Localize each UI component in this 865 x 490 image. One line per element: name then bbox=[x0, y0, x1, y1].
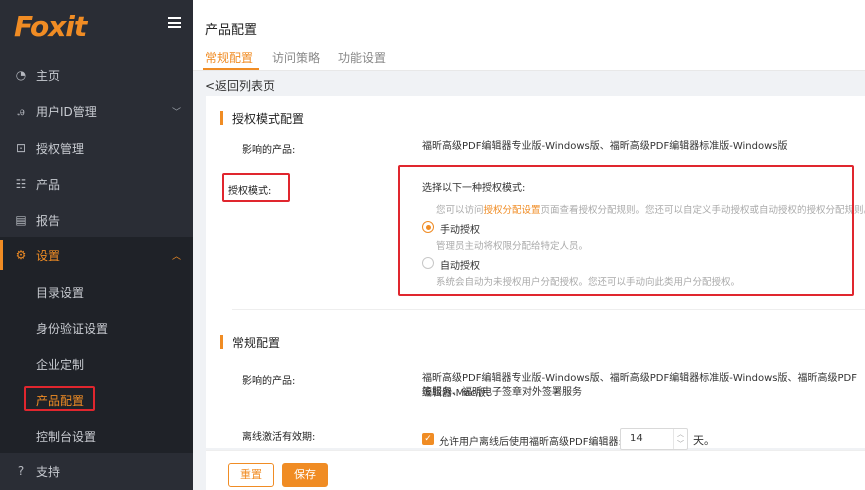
reset-button[interactable]: 重置 bbox=[228, 463, 274, 487]
app-root: Foxit ◔ 主页 ꭿ 用户ID管理 ﹀ ⊡ 授权管理 ☷ 产品 ▤ 报告 ⚙… bbox=[0, 0, 865, 490]
report-icon: ▤ bbox=[15, 213, 27, 227]
back-to-list-link[interactable]: <返回列表页 bbox=[205, 77, 275, 94]
highlight-box-product-config bbox=[24, 386, 95, 411]
sidebar-item-label: 设置 bbox=[36, 248, 61, 263]
sidebar-sub-directory[interactable]: 目录设置 bbox=[36, 284, 84, 301]
tab-underline bbox=[203, 68, 259, 70]
tab-feature-settings[interactable]: 功能设置 bbox=[338, 49, 386, 66]
chevron-down-icon: ﹀ bbox=[171, 107, 181, 118]
main-header: 产品配置 常规配置 访问策略 功能设置 bbox=[193, 0, 865, 71]
logo-row: Foxit bbox=[0, 0, 193, 52]
sidebar-item-user-id[interactable]: ꭿ 用户ID管理 ﹀ bbox=[0, 93, 193, 129]
offline-checkbox-label: 允许用户离线后使用福昕高级PDF编辑器: bbox=[439, 437, 622, 448]
license-section-title: 授权模式配置 bbox=[220, 110, 304, 127]
stepper-arrows[interactable]: ︿ ﹀ bbox=[673, 429, 687, 449]
offline-days-unit: 天。 bbox=[693, 434, 715, 447]
affected-products-value: 福昕高级PDF编辑器专业版-Windows版、福昕高级PDF编辑器标准版-Win… bbox=[422, 141, 788, 152]
product-icon: ☷ bbox=[15, 177, 27, 191]
chevron-up-icon: ︿ bbox=[171, 251, 181, 262]
sidebar-item-label: 产品 bbox=[36, 177, 61, 192]
users-icon: ꭿ bbox=[17, 103, 25, 118]
affected-products-label: 影响的产品: bbox=[242, 145, 296, 156]
sidebar-item-label: 用户ID管理 bbox=[36, 104, 97, 119]
sidebar-item-settings[interactable]: ⚙ 设置 ︿ bbox=[0, 237, 193, 273]
page-title: 产品配置 bbox=[205, 23, 258, 38]
tab-access-policy[interactable]: 访问策略 bbox=[272, 49, 320, 66]
sidebar: Foxit ◔ 主页 ꭿ 用户ID管理 ﹀ ⊡ 授权管理 ☷ 产品 ▤ 报告 ⚙… bbox=[0, 0, 193, 490]
chevron-up-icon[interactable]: ︿ bbox=[677, 430, 684, 438]
sidebar-item-label: 报告 bbox=[36, 213, 61, 228]
sidebar-item-products[interactable]: ☷ 产品 bbox=[0, 166, 193, 202]
save-button[interactable]: 保存 bbox=[282, 463, 328, 487]
sidebar-sub-enterprise[interactable]: 企业定制 bbox=[36, 356, 84, 373]
sidebar-item-reports[interactable]: ▤ 报告 bbox=[0, 202, 193, 238]
help-icon: ? bbox=[17, 464, 25, 478]
sidebar-item-home[interactable]: ◔ 主页 bbox=[0, 57, 193, 93]
content-panel: 授权模式配置 影响的产品: 福昕高级PDF编辑器专业版-Windows版、福昕高… bbox=[206, 96, 865, 448]
general-section-title: 常规配置 bbox=[220, 334, 280, 351]
highlight-box-license-options bbox=[398, 165, 854, 296]
footer-bar: 重置 保存 bbox=[206, 450, 865, 490]
license-icon: ⊡ bbox=[15, 141, 27, 155]
sidebar-sub-auth[interactable]: 身份验证设置 bbox=[36, 320, 108, 337]
menu-toggle-icon[interactable] bbox=[168, 17, 181, 28]
sidebar-item-label: 主页 bbox=[36, 68, 61, 83]
offline-days-value: 14 bbox=[630, 433, 643, 444]
dashboard-icon: ◔ bbox=[15, 68, 27, 82]
highlight-box-license-mode-label bbox=[222, 173, 290, 202]
offline-checkbox[interactable]: ✓ bbox=[422, 433, 434, 445]
general-affected-line2: 签服务、福昕电子签章对外签署服务 bbox=[422, 387, 582, 398]
offline-days-stepper[interactable]: 14 ︿ ﹀ bbox=[620, 428, 688, 450]
sidebar-item-support[interactable]: ? 支持 bbox=[0, 453, 193, 489]
sidebar-item-license[interactable]: ⊡ 授权管理 bbox=[0, 130, 193, 166]
section-divider bbox=[232, 309, 865, 310]
offline-validity-label: 离线激活有效期: bbox=[242, 432, 316, 443]
sidebar-item-label: 授权管理 bbox=[36, 141, 85, 156]
sidebar-item-label: 支持 bbox=[36, 464, 61, 479]
tab-general[interactable]: 常规配置 bbox=[205, 49, 253, 66]
chevron-down-icon[interactable]: ﹀ bbox=[677, 440, 684, 448]
sidebar-sub-console[interactable]: 控制台设置 bbox=[36, 428, 96, 445]
foxit-logo: Foxit bbox=[14, 10, 87, 43]
general-affected-label: 影响的产品: bbox=[242, 376, 296, 387]
gear-icon: ⚙ bbox=[15, 248, 27, 262]
